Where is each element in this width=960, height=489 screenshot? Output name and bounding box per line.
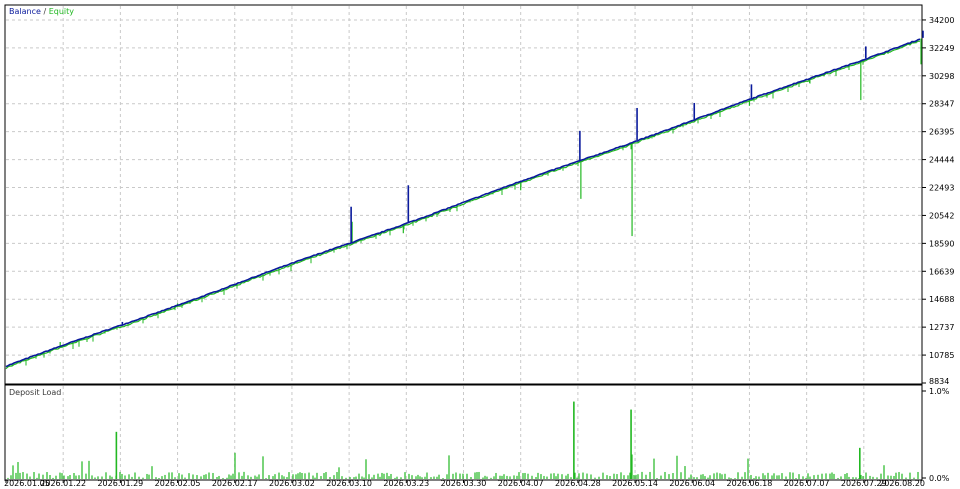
y-tick-label: 20542 (929, 211, 954, 220)
x-tick-label: 2026.01.29 (97, 479, 143, 488)
chart-legend: Balance / Equity (9, 7, 74, 16)
y-tick-label: 32249 (929, 44, 954, 53)
y-tick-label: 16639 (929, 267, 954, 276)
legend-equity-label: Equity (49, 7, 75, 16)
x-tick-label: 2026.02.05 (155, 479, 201, 488)
x-axis: 2026.01.052026.01.22 2026.01.29 2026.02.05… (4, 479, 925, 488)
y-tick-label: 34200 (929, 16, 954, 25)
y-tick-label: 0.0% (929, 474, 950, 483)
main-y-axis: 34200 32249 30298 28347 26395 24444 22493 20542… (922, 16, 954, 386)
legend-balance-label: Balance (9, 7, 41, 16)
load-y-axis: 1.0% 0.0% (922, 387, 950, 483)
y-tick-label: 26395 (929, 128, 954, 137)
x-tick-label: 2026.03.30 (441, 479, 487, 488)
x-tick-label: 2026.08.20 (879, 479, 925, 488)
x-tick-label: 2026.03.23 (383, 479, 429, 488)
y-tick-label: 8834 (929, 377, 949, 386)
y-tick-label: 28347 (929, 100, 954, 109)
x-tick-label: 2026.06.18 (727, 479, 773, 488)
y-tick-label: 1.0% (929, 387, 950, 396)
y-tick-label: 14688 (929, 295, 954, 304)
chart-canvas: 34200 32249 30298 28347 26395 24444 22493 20542… (4, 4, 954, 488)
x-tick-label: 2026.04.28 (555, 479, 601, 488)
x-tick-label: 2026.03.02 (269, 479, 315, 488)
y-tick-label: 18590 (929, 239, 954, 248)
y-tick-label: 22493 (929, 184, 954, 193)
legend-separator: / (41, 7, 49, 16)
y-tick-label: 30298 (929, 72, 954, 81)
deposit-load-title: Deposit Load (9, 388, 61, 397)
x-tick-label: 2026.02.17 (212, 479, 258, 488)
x-tick-label: 2026.07.07 (784, 479, 830, 488)
y-tick-label: 12737 (929, 323, 954, 332)
y-tick-label: 10785 (929, 351, 954, 360)
x-tick-label: 2026.06.04 (669, 479, 715, 488)
x-tick-label: 2026.04.07 (498, 479, 544, 488)
x-tick-label: 2026.05.14 (612, 479, 658, 488)
x-tick-label: 2026.01.22 (40, 479, 86, 488)
x-tick-label: 2026.03.10 (326, 479, 372, 488)
y-tick-label: 24444 (929, 156, 954, 165)
